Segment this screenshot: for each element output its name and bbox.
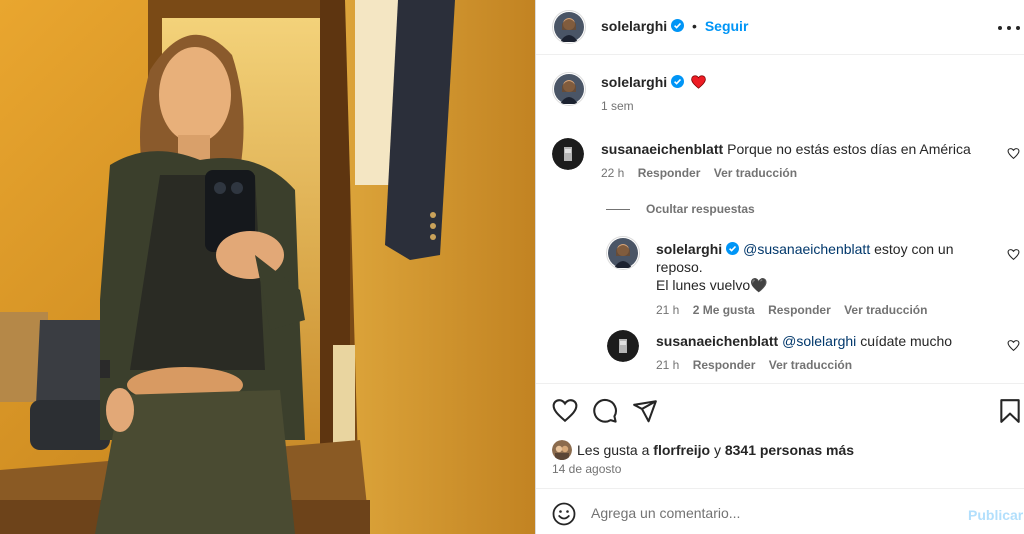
post-header: solelarghi • Seguir bbox=[536, 0, 1024, 55]
comments-list[interactable]: solelarghi 1 sem susanaeichenblatt Porque… bbox=[536, 56, 1024, 383]
translate-button[interactable]: Ver traducción bbox=[844, 303, 927, 317]
more-options-icon[interactable] bbox=[998, 18, 1020, 38]
reply-avatar[interactable] bbox=[607, 330, 639, 362]
reply-body: cuídate mucho bbox=[860, 333, 953, 349]
reply-like-icon[interactable] bbox=[1007, 339, 1020, 352]
reply-mention[interactable]: @susanaeichenblatt bbox=[743, 241, 870, 257]
save-bookmark-icon[interactable] bbox=[997, 398, 1023, 424]
emoji-icon[interactable] bbox=[552, 502, 576, 526]
reply-body-line3: El lunes vuelvo🖤 bbox=[656, 277, 768, 293]
replies-divider bbox=[606, 209, 630, 211]
comment-like-icon[interactable] bbox=[1007, 147, 1020, 160]
reply-mention[interactable]: @solelarghi bbox=[782, 333, 856, 349]
reply-meta: 21 h 2 Me gusta Responder Ver traducción bbox=[656, 303, 937, 317]
verified-badge-icon bbox=[671, 19, 685, 32]
comment-composer: Publicar bbox=[536, 488, 1024, 534]
reply-username[interactable]: solelarghi bbox=[656, 241, 722, 257]
share-send-icon[interactable] bbox=[632, 398, 658, 424]
reply-button[interactable]: Responder bbox=[693, 358, 756, 372]
comment-meta: 22 h Responder Ver traducción bbox=[601, 166, 807, 180]
liker-avatar[interactable] bbox=[552, 440, 572, 460]
reply-body-line2: reposo. bbox=[656, 259, 703, 275]
post-date[interactable]: 14 de agosto bbox=[552, 462, 621, 476]
comment-username[interactable]: susanaeichenblatt bbox=[601, 141, 723, 157]
like-heart-icon[interactable] bbox=[552, 398, 578, 424]
comment-input[interactable] bbox=[591, 500, 951, 526]
verified-badge-icon bbox=[671, 75, 685, 88]
comment-text: susanaeichenblatt Porque no estás estos d… bbox=[601, 140, 971, 158]
reply-username[interactable]: susanaeichenblatt bbox=[656, 333, 778, 349]
reply-text: susanaeichenblatt @solelarghi cuídate muc… bbox=[656, 332, 976, 350]
translate-button[interactable]: Ver traducción bbox=[714, 166, 797, 180]
reply-time: 21 h bbox=[656, 303, 680, 317]
post-side-panel: solelarghi • Seguir solelarghi 1 sem sus… bbox=[535, 0, 1024, 534]
follow-button[interactable]: Seguir bbox=[705, 18, 749, 34]
post-actions: Les gusta a florfreijo y 8341 personas m… bbox=[536, 383, 1024, 488]
publish-button[interactable]: Publicar bbox=[968, 507, 1023, 523]
caption-avatar[interactable] bbox=[552, 72, 586, 106]
reply-text: solelarghi @susanaeichenblatt estoy con u… bbox=[656, 240, 976, 294]
caption-username[interactable]: solelarghi bbox=[601, 74, 667, 90]
commenter-avatar[interactable] bbox=[552, 138, 584, 170]
comment-bubble-icon[interactable] bbox=[592, 398, 618, 424]
hide-replies-label: Ocultar respuestas bbox=[646, 202, 755, 216]
comment-body: Porque no estás estos días en América bbox=[727, 141, 971, 157]
reply-body-line1: estoy con un bbox=[874, 241, 954, 257]
likes-prefix: Les gusta a bbox=[577, 442, 650, 458]
reply-button[interactable]: Responder bbox=[638, 166, 701, 180]
separator-dot: • bbox=[692, 18, 697, 34]
translate-button[interactable]: Ver traducción bbox=[769, 358, 852, 372]
reply-like-icon[interactable] bbox=[1007, 248, 1020, 261]
likes-count[interactable]: 8341 personas más bbox=[725, 442, 854, 458]
caption-heart-emoji bbox=[691, 74, 706, 90]
comment-time: 22 h bbox=[601, 166, 625, 180]
reply-meta: 21 h Responder Ver traducción bbox=[656, 358, 862, 372]
reply-button[interactable]: Responder bbox=[768, 303, 831, 317]
reply-avatar[interactable] bbox=[606, 236, 640, 270]
post-photo[interactable] bbox=[0, 0, 535, 534]
reply-likes-count[interactable]: 2 Me gusta bbox=[693, 303, 755, 317]
reply-time: 21 h bbox=[656, 358, 680, 372]
hide-replies-button[interactable]: Ocultar respuestas bbox=[606, 202, 755, 216]
author-username[interactable]: solelarghi bbox=[601, 18, 667, 34]
author-avatar[interactable] bbox=[552, 10, 586, 44]
likes-summary: Les gusta a florfreijo y 8341 personas m… bbox=[552, 440, 854, 460]
likes-joiner: y bbox=[713, 442, 721, 458]
liked-by-username[interactable]: florfreijo bbox=[653, 442, 710, 458]
verified-badge-icon bbox=[726, 241, 740, 255]
caption-time: 1 sem bbox=[601, 99, 634, 113]
